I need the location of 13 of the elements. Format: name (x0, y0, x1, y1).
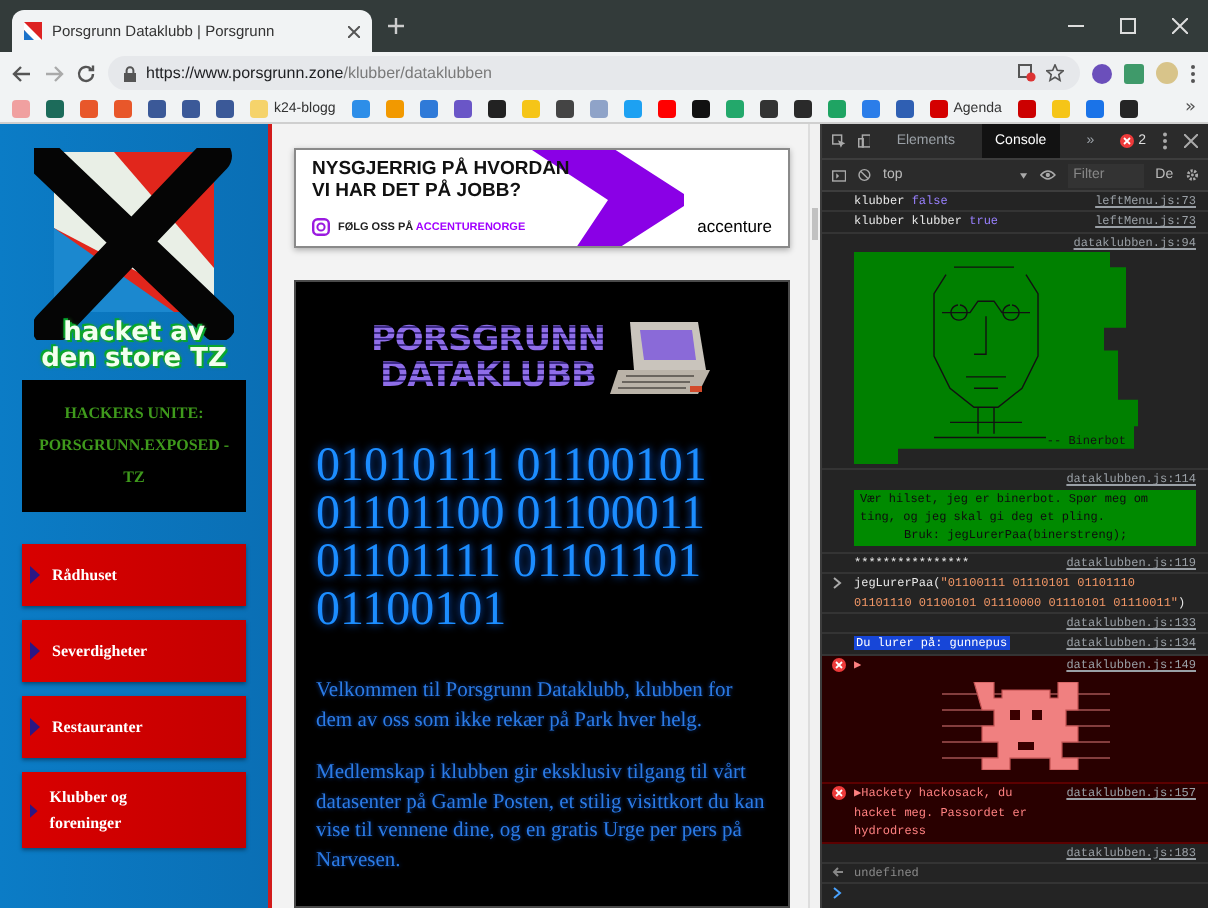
menu-link[interactable]: Restauranter (22, 696, 246, 758)
binary-heading: 01010111 01100101 01101100 01100011 01101111 01101101 01100101 (316, 442, 709, 634)
url-text: https://www.porsgrunn.zone/klubber/dataklubben (146, 64, 494, 82)
hacked-logo-text: hacket av den store TZ (39, 320, 229, 372)
menu-link[interactable]: Severdigheter (22, 620, 246, 682)
more-bookmarks-button[interactable]: » (1184, 98, 1196, 118)
hacker-message: HACKERS UNITE: PORSGRUNN.EXPOSED - TZ (22, 380, 246, 512)
ad-brand: accenture (697, 216, 772, 236)
intro-paragraph: Velkommen til Porsgrunn Dataklubb, klubben for dem av oss som ikke rekær på Park hver helg. (316, 678, 735, 735)
address-bar[interactable]: https://www.porsgrunn.zone/klubber/dataklubben (108, 56, 1080, 90)
menu-link[interactable]: Klubber og foreninger (22, 772, 246, 848)
intro-paragraph: Medlemskap i klubben gir eksklusiv tilgang til vårt datasenter på Gamle Posten, et stilig visittkort du kan vise til vennene dine, og en gratis Urge per pers på Narvesen. (316, 760, 767, 875)
menu-link[interactable]: Rådhuset (22, 544, 246, 606)
